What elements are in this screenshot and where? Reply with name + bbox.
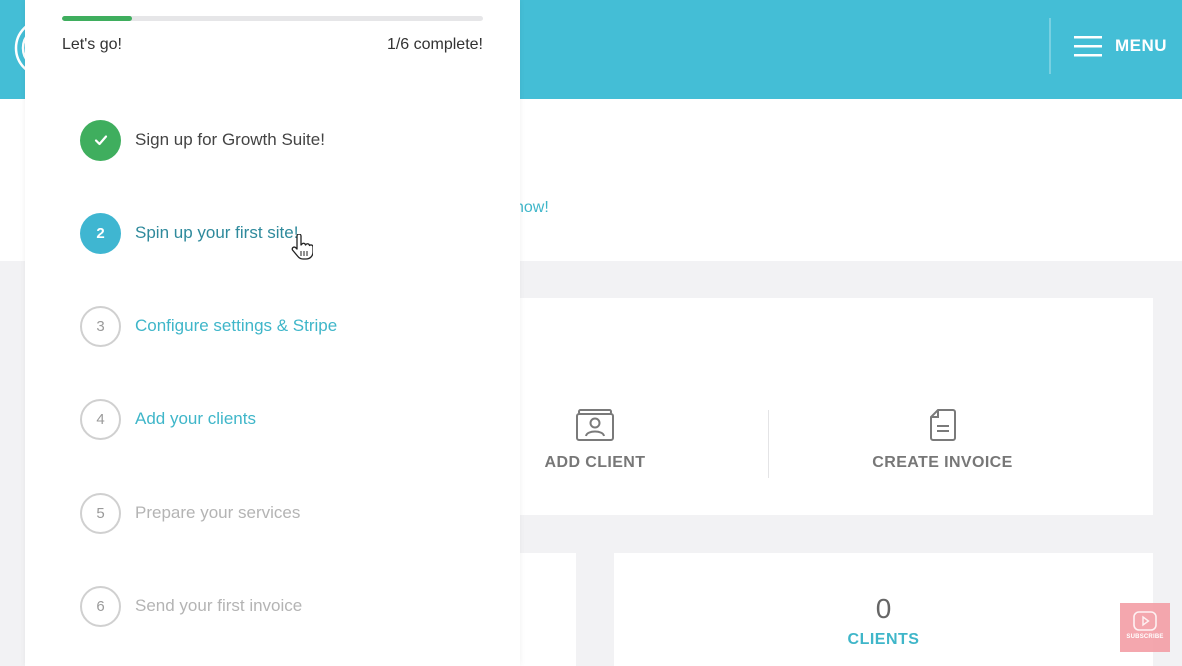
step-label: Configure settings & Stripe	[135, 316, 338, 335]
action-divider	[768, 410, 769, 478]
step-send-invoice[interactable]: 6 Send your first invoice	[80, 585, 302, 627]
progress-fill	[62, 16, 133, 21]
step-number-badge: 2	[80, 212, 121, 254]
subscribe-button[interactable]: SUBSCRIBE	[1120, 603, 1170, 652]
quick-actions-card: ADD CLIENT CREATE INVOICE	[520, 298, 1153, 515]
create-invoice-button[interactable]: CREATE INVOICE	[850, 408, 1035, 472]
step-add-clients[interactable]: 4 Add your clients	[80, 398, 256, 440]
clients-stat-card[interactable]: 0 CLIENTS	[614, 553, 1153, 666]
progress-status: 1/6 complete!	[386, 36, 483, 53]
add-client-button[interactable]: ADD CLIENT	[520, 408, 670, 472]
progress-label: Let's go!	[62, 36, 122, 53]
step-label: Spin up your first site!	[135, 223, 299, 242]
create-invoice-label: CREATE INVOICE	[872, 454, 1013, 471]
step-label: Sign up for Growth Suite!	[135, 130, 325, 149]
step-number-badge: 5	[80, 492, 121, 534]
add-client-label: ADD CLIENT	[544, 454, 646, 471]
step-number-badge: 4	[80, 398, 121, 440]
hamburger-icon	[1074, 36, 1102, 57]
step-sign-up[interactable]: Sign up for Growth Suite!	[80, 119, 325, 161]
step-label: Send your first invoice	[135, 596, 303, 615]
menu-label: MENU	[1115, 36, 1168, 55]
step-configure-settings[interactable]: 3 Configure settings & Stripe	[80, 305, 337, 347]
play-button-icon	[1133, 611, 1157, 631]
clients-label: CLIENTS	[847, 631, 920, 648]
onboarding-panel: Let's go! 1/6 complete! Sign up for Grow…	[25, 0, 520, 666]
clients-count: 0	[875, 593, 892, 624]
step-number-badge: 3	[80, 305, 121, 347]
hero-link[interactable]: now!	[515, 199, 549, 217]
step-prepare-services[interactable]: 5 Prepare your services	[80, 492, 300, 534]
step-number-badge: 6	[80, 585, 121, 627]
onboarding-progress-bar	[62, 16, 483, 21]
step-label: Prepare your services	[135, 503, 301, 522]
step-label: Add your clients	[135, 409, 256, 428]
header-divider	[1049, 18, 1051, 74]
stat-card	[520, 553, 576, 666]
step-spin-up-site[interactable]: 2 Spin up your first site!	[80, 212, 298, 254]
menu-button[interactable]: MENU	[1074, 28, 1167, 64]
subscribe-label: SUBSCRIBE	[1126, 634, 1164, 640]
document-icon	[929, 409, 956, 441]
client-card-icon	[576, 409, 614, 441]
check-icon	[80, 119, 121, 161]
